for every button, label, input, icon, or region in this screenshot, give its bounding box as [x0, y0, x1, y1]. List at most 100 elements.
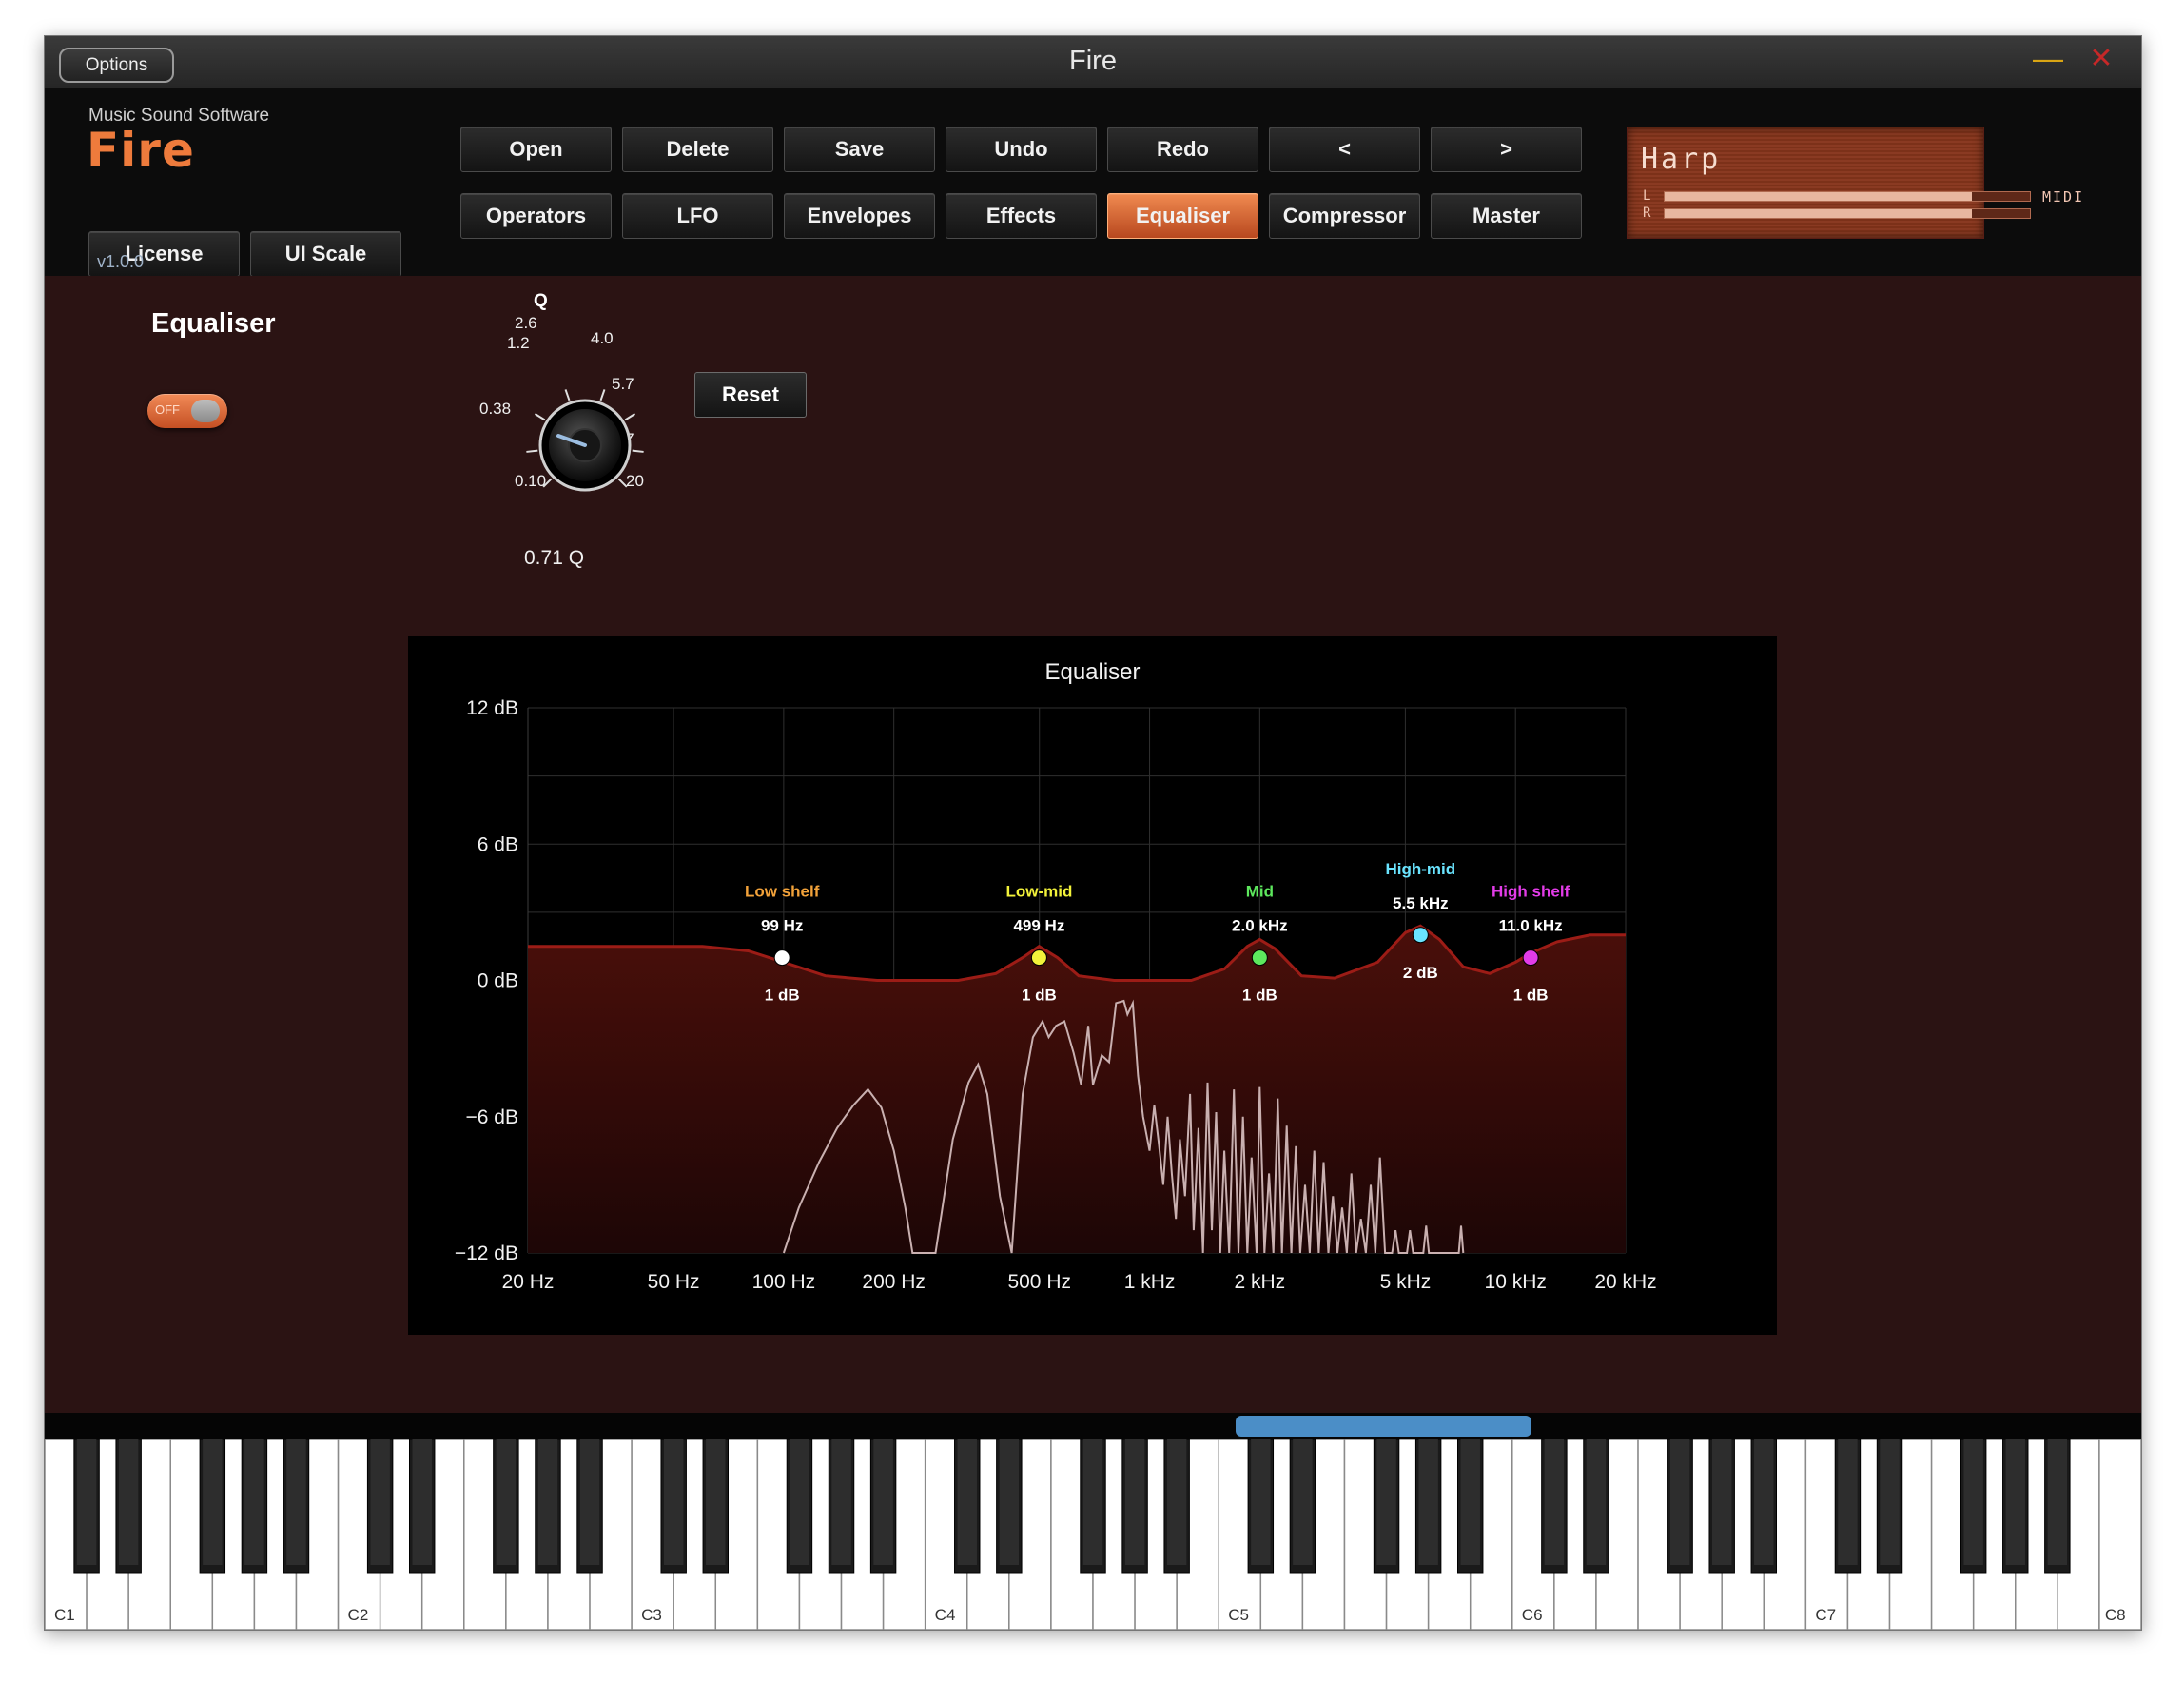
- black-key-face: [1754, 1439, 1774, 1565]
- tab-master[interactable]: Master: [1431, 193, 1582, 239]
- black-key-face: [1251, 1439, 1271, 1565]
- toggle-thumb: [191, 400, 220, 422]
- black-key-face: [999, 1439, 1020, 1565]
- title-bar: Options Fire — ✕: [45, 36, 2141, 88]
- band-handle[interactable]: [1251, 949, 1268, 967]
- delete-button[interactable]: Delete: [622, 127, 773, 172]
- octave-label: C3: [641, 1606, 662, 1624]
- black-key-face: [790, 1439, 809, 1565]
- equaliser-enable-toggle[interactable]: OFF: [147, 394, 227, 428]
- preset-display[interactable]: Harp L R MIDI: [1627, 127, 2082, 239]
- band-handle[interactable]: [1522, 949, 1539, 967]
- band-handle[interactable]: [1412, 927, 1429, 944]
- tab-lfo[interactable]: LFO: [622, 193, 773, 239]
- black-key-face: [1880, 1439, 1900, 1565]
- band-frequency-label: 2.0 kHz: [1232, 917, 1288, 935]
- black-key-face: [1166, 1439, 1187, 1565]
- octave-label: C4: [935, 1606, 956, 1624]
- band-gain-label: 1 dB: [1022, 987, 1057, 1005]
- next-preset-button[interactable]: >: [1431, 127, 1582, 172]
- band-gain-label: 1 dB: [1242, 987, 1277, 1005]
- y-tick-label: 0 dB: [478, 970, 518, 992]
- black-key-face: [2047, 1439, 2068, 1565]
- black-key-face: [1711, 1439, 1732, 1565]
- left-level-fill: [1665, 192, 1972, 201]
- tab-compressor[interactable]: Compressor: [1269, 193, 1420, 239]
- black-key-face: [1082, 1439, 1103, 1565]
- left-channel-label: L: [1643, 188, 1651, 204]
- band-gain-label: 2 dB: [1403, 964, 1438, 982]
- previous-preset-button[interactable]: <: [1269, 127, 1420, 172]
- ui-scale-button[interactable]: UI Scale: [250, 231, 401, 277]
- q-knob-tick: [542, 478, 553, 488]
- q-knob[interactable]: [425, 276, 711, 561]
- black-key-face: [1963, 1439, 1983, 1565]
- black-key-face: [2005, 1439, 2025, 1565]
- y-tick-label: −12 dB: [455, 1242, 518, 1264]
- tab-operators[interactable]: Operators: [460, 193, 612, 239]
- open-button[interactable]: Open: [460, 127, 612, 172]
- y-tick-label: 6 dB: [478, 833, 518, 855]
- octave-label: C1: [54, 1606, 75, 1624]
- midi-indicator: MIDI: [2042, 188, 2085, 205]
- q-knob-tick: [632, 449, 644, 453]
- right-level-meter: [1664, 208, 2031, 219]
- q-knob-tick: [617, 478, 628, 488]
- black-key-face: [1544, 1439, 1565, 1565]
- black-key-face: [663, 1439, 684, 1565]
- tab-effects[interactable]: Effects: [946, 193, 1097, 239]
- save-button[interactable]: Save: [784, 127, 935, 172]
- x-tick-label: 10 kHz: [1485, 1271, 1547, 1293]
- x-tick-label: 100 Hz: [752, 1271, 816, 1293]
- black-key-face: [412, 1439, 432, 1565]
- piano-keyboard[interactable]: C1 C2 C3 C4 C5 C6 C7 C8: [45, 1439, 2141, 1630]
- redo-button[interactable]: Redo: [1107, 127, 1258, 172]
- black-key-face: [1460, 1439, 1480, 1565]
- black-key-face: [1586, 1439, 1607, 1565]
- band-name-label: Low shelf: [745, 883, 820, 901]
- x-tick-label: 1 kHz: [1124, 1271, 1176, 1293]
- q-knob-value: 0.71 Q: [524, 547, 585, 569]
- equaliser-chart[interactable]: Equaliser 20 Hz 50 Hz 100 Hz 200 Hz 500 Hz 1 …: [408, 636, 1777, 1335]
- band-name-label: High-mid: [1386, 860, 1456, 878]
- y-tick-label: 12 dB: [466, 697, 518, 719]
- black-key-face: [1418, 1439, 1438, 1565]
- right-level-fill: [1665, 209, 1972, 218]
- preset-name: Harp: [1641, 143, 1722, 176]
- scrollbar-thumb[interactable]: [1235, 1416, 1531, 1437]
- undo-button[interactable]: Undo: [946, 127, 1097, 172]
- reset-button[interactable]: Reset: [694, 372, 807, 418]
- octave-label: C2: [348, 1606, 369, 1624]
- black-key-face: [1293, 1439, 1313, 1565]
- black-key-face: [244, 1439, 264, 1565]
- chart-canvas[interactable]: 20 Hz 50 Hz 100 Hz 200 Hz 500 Hz 1 kHz 2 kHz 5 …: [408, 636, 1777, 1335]
- octave-label: C7: [1815, 1606, 1836, 1624]
- close-icon[interactable]: ✕: [2088, 45, 2115, 73]
- keyboard-scrollbar[interactable]: [45, 1413, 2141, 1439]
- tab-equaliser[interactable]: Equaliser: [1107, 193, 1258, 239]
- q-knob-tick: [599, 389, 606, 401]
- band-handle[interactable]: [773, 949, 790, 967]
- q-knob-tick: [526, 449, 538, 453]
- x-tick-label: 5 kHz: [1380, 1271, 1432, 1293]
- window-title: Fire: [1069, 46, 1117, 76]
- tab-envelopes[interactable]: Envelopes: [784, 193, 935, 239]
- band-handle[interactable]: [1030, 949, 1047, 967]
- black-key-face: [579, 1439, 600, 1565]
- right-channel-label: R: [1643, 205, 1651, 221]
- minimize-icon[interactable]: —: [2033, 43, 2063, 73]
- black-key-face: [1124, 1439, 1145, 1565]
- black-key-face: [76, 1439, 97, 1565]
- x-tick-label: 50 Hz: [648, 1271, 700, 1293]
- black-key-face: [286, 1439, 306, 1565]
- x-tick-label: 2 kHz: [1234, 1271, 1285, 1293]
- black-key-face: [203, 1439, 223, 1565]
- band-name-label: High shelf: [1492, 883, 1570, 901]
- black-key-face: [1669, 1439, 1690, 1565]
- x-tick-label: 20 Hz: [502, 1271, 555, 1293]
- octave-label: C5: [1228, 1606, 1249, 1624]
- x-tick-label: 200 Hz: [862, 1271, 926, 1293]
- white-key[interactable]: [2098, 1439, 2141, 1630]
- piano-keys[interactable]: C1 C2 C3 C4 C5 C6 C7 C8: [45, 1439, 2141, 1630]
- equaliser-panel: Equaliser OFF Q 2.6 4.0 1.2 5.7 0.38 7.7…: [45, 276, 2141, 1413]
